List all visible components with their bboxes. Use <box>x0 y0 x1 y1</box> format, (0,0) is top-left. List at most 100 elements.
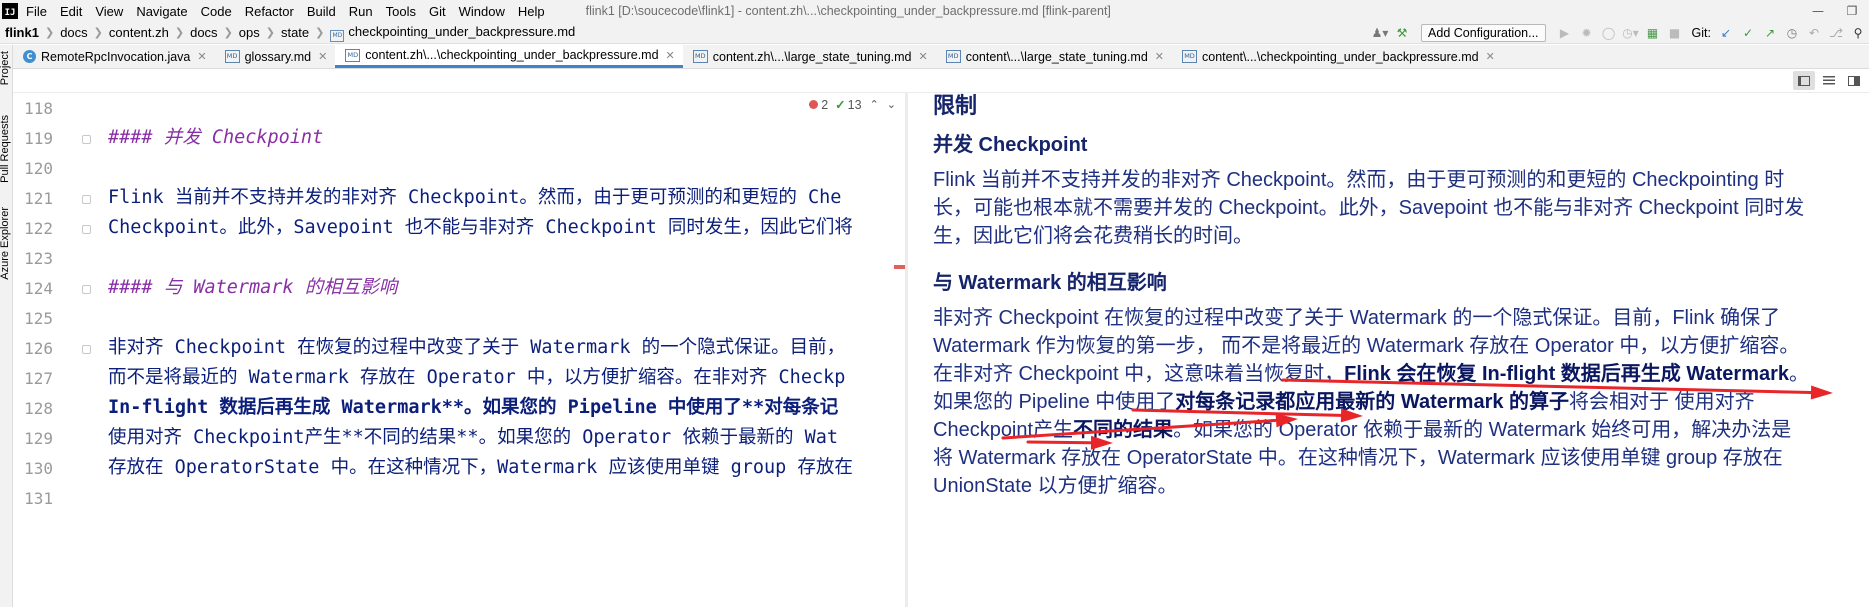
menu-navigate[interactable]: Navigate <box>136 4 187 19</box>
line-number: 120 <box>24 159 53 178</box>
project-tool-window-tab[interactable]: Project <box>0 51 11 85</box>
markdown-source-editor[interactable]: 2 ✓ 13 ⌃ ⌄ #### 并发 Checkpoint Flink 当前并不… <box>100 93 906 607</box>
azure-explorer-tool-window-tab[interactable]: Azure Explorer <box>0 207 11 280</box>
menu-build[interactable]: Build <box>307 4 336 19</box>
git-update-icon[interactable]: ↙ <box>1715 26 1737 40</box>
navigation-bar: flink1 ❯ docs ❯ content.zh ❯ docs ❯ ops … <box>0 22 1869 44</box>
line-number: 127 <box>24 369 53 388</box>
close-icon[interactable]: ✕ <box>919 50 928 63</box>
tab-checkpointing-zh[interactable]: MD content.zh\...\checkpointing_under_ba… <box>335 45 683 68</box>
run-icon[interactable]: ▶ <box>1554 26 1576 40</box>
tab-checkpointing-en[interactable]: MD content\...\checkpointing_under_backp… <box>1172 45 1503 68</box>
menu-help[interactable]: Help <box>518 4 545 19</box>
code-line: 而不是将最近的 Watermark 存放在 Operator 中，以方便扩缩容。… <box>108 367 846 388</box>
line-number: 131 <box>24 489 53 508</box>
tab-label: content.zh\...\large_state_tuning.md <box>712 49 912 64</box>
project-tab-label: Project <box>0 51 11 86</box>
menu-git[interactable]: Git <box>429 4 446 19</box>
red-arrow-shaft <box>1281 378 1813 394</box>
profile-icon[interactable]: ◷▾ <box>1620 26 1642 40</box>
git-history-icon[interactable]: ◷ <box>1781 26 1803 40</box>
intellij-logo-icon: IJ <box>2 3 18 19</box>
tab-label: content\...\large_state_tuning.md <box>965 49 1148 64</box>
markdown-file-icon: MD <box>945 50 961 63</box>
git-commit-icon[interactable]: ✓ <box>1737 26 1759 40</box>
menu-run[interactable]: Run <box>349 4 373 19</box>
inspection-widget[interactable]: 2 ✓ 13 ⌃ ⌄ <box>809 97 896 112</box>
line-number: 118 <box>24 99 53 118</box>
chevron-right-icon: ❯ <box>174 26 185 39</box>
menu-refactor[interactable]: Refactor <box>245 4 294 19</box>
red-arrow-head <box>1810 385 1833 400</box>
close-icon[interactable]: ✕ <box>666 49 675 62</box>
pull-requests-tab-label: Pull Requests <box>0 115 11 183</box>
debug-icon[interactable]: ✹ <box>1576 26 1598 40</box>
add-configuration-button[interactable]: Add Configuration... <box>1421 24 1546 42</box>
code-line: #### 并发 Checkpoint <box>108 127 324 148</box>
tab-remoterpcinvocation[interactable]: C RemoteRpcInvocation.java ✕ <box>13 45 215 68</box>
chevron-down-icon[interactable]: ⌄ <box>887 98 896 111</box>
red-arrow-shaft <box>1001 418 1278 440</box>
breadcrumb-project[interactable]: flink1 <box>5 25 39 40</box>
markdown-file-icon: MD <box>692 50 708 63</box>
tab-glossary[interactable]: MD glossary.md ✕ <box>215 45 336 68</box>
breadcrumb-item[interactable]: ops <box>239 25 260 40</box>
left-tool-strip: Project Pull Requests Azure Explorer <box>0 45 13 607</box>
close-icon[interactable]: ✕ <box>197 50 206 63</box>
tab-large-state-zh[interactable]: MD content.zh\...\large_state_tuning.md … <box>683 45 936 68</box>
build-hammer-icon[interactable]: ⚒ <box>1391 26 1413 40</box>
chevron-up-icon[interactable]: ⌃ <box>870 98 879 111</box>
fold-marker-icon[interactable] <box>82 285 91 294</box>
code-line: 使用对齐 Checkpoint产生**不同的结果**。如果您的 Operator… <box>108 427 839 448</box>
fold-marker-icon[interactable] <box>82 195 91 204</box>
minimize-icon[interactable]: — <box>1801 4 1835 18</box>
weak-warning-icon: ✓ <box>835 98 846 112</box>
pull-requests-tool-window-tab[interactable]: Pull Requests <box>0 115 11 183</box>
restore-icon[interactable]: ❐ <box>1835 4 1869 18</box>
breadcrumb-item[interactable]: state <box>281 25 309 40</box>
menu-edit[interactable]: Edit <box>60 4 82 19</box>
preview-only-button[interactable] <box>1843 71 1865 90</box>
editor-and-preview-button[interactable] <box>1793 71 1815 90</box>
user-icon[interactable]: ♟▾ <box>1369 26 1391 40</box>
coverage-icon[interactable]: ◯ <box>1598 26 1620 40</box>
stop-icon[interactable]: ■ <box>1664 26 1686 40</box>
git-push-icon[interactable]: ↗ <box>1759 26 1781 40</box>
tab-large-state-en[interactable]: MD content\...\large_state_tuning.md ✕ <box>936 45 1172 68</box>
search-everywhere-icon[interactable]: ⚲ <box>1847 26 1869 40</box>
close-icon[interactable]: ✕ <box>1486 50 1495 63</box>
window-title: flink1 [D:\soucecode\flink1] - content.z… <box>585 4 1111 18</box>
close-icon[interactable]: ✕ <box>1155 50 1164 63</box>
chevron-right-icon: ❯ <box>223 26 233 39</box>
menu-file[interactable]: File <box>26 4 47 19</box>
menu-tools[interactable]: Tools <box>386 4 416 19</box>
chevron-right-icon: ❯ <box>44 26 55 39</box>
fold-marker-icon[interactable] <box>82 345 91 354</box>
split-view-icon <box>1798 75 1810 86</box>
breadcrumb-file[interactable]: MD checkpointing_under_backpressure.md <box>330 24 575 42</box>
fold-marker-icon[interactable] <box>82 135 91 144</box>
error-count: 2 <box>821 97 829 112</box>
markdown-file-icon: MD <box>345 48 361 62</box>
menu-view[interactable]: View <box>95 4 123 19</box>
menu-window[interactable]: Window <box>459 4 505 19</box>
breadcrumb-item[interactable]: docs <box>60 25 87 40</box>
git-toolbar-label: Git: <box>1691 26 1711 40</box>
menu-code[interactable]: Code <box>201 4 232 19</box>
markdown-preview: 限制 并发 Checkpoint Flink 当前并不支持并发的非对齐 Chec… <box>908 93 1869 607</box>
red-arrow-shaft <box>1131 408 1343 417</box>
git-branches-icon[interactable]: ⎇ <box>1825 26 1847 40</box>
code-line: 存放在 OperatorState 中。在这种情况下，Watermark 应该使… <box>108 457 853 478</box>
tab-label: RemoteRpcInvocation.java <box>41 49 191 64</box>
fold-marker-icon[interactable] <box>82 225 91 234</box>
error-icon <box>809 100 819 109</box>
editor-only-button[interactable] <box>1818 71 1840 90</box>
close-icon[interactable]: ✕ <box>318 50 327 63</box>
markdown-file-icon: MD <box>1182 50 1197 63</box>
git-rollback-icon[interactable]: ↶ <box>1803 26 1825 40</box>
breadcrumb-item[interactable]: content.zh <box>109 25 169 40</box>
breadcrumb-item[interactable]: docs <box>190 25 217 40</box>
services-icon[interactable]: ▦ <box>1642 26 1664 40</box>
main-toolbar: ♟▾ ⚒ Add Configuration... ▶ ✹ ◯ ◷▾ ▦ ■ G… <box>1369 22 1869 44</box>
red-arrow-shaft <box>1026 440 1093 445</box>
